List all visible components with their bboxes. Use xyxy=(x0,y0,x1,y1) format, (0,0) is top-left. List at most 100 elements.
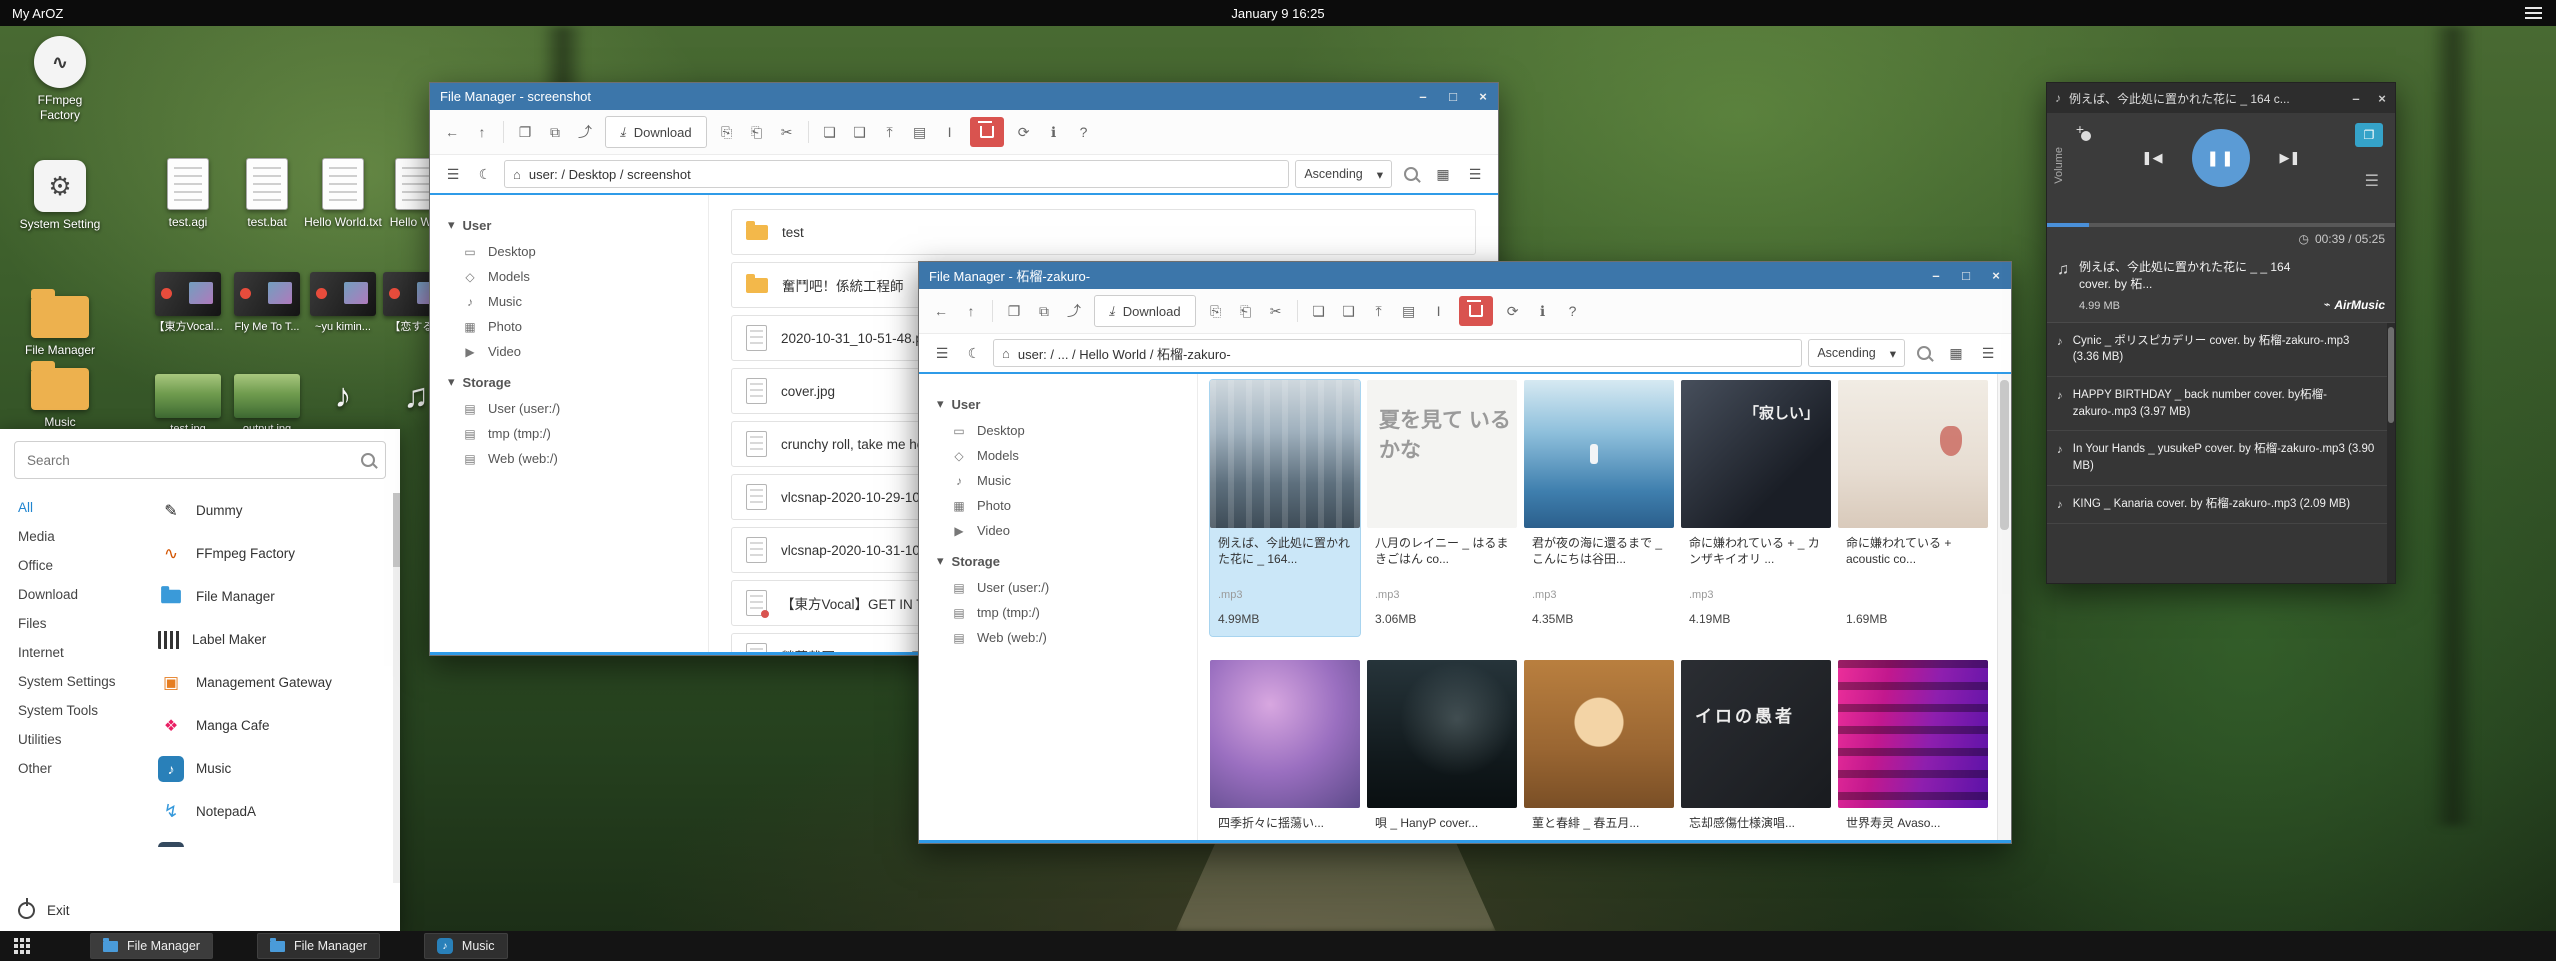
trash-button[interactable] xyxy=(1459,296,1493,326)
up-button[interactable]: ↑ xyxy=(957,297,985,325)
back-button[interactable]: ← xyxy=(927,297,955,325)
address-bar[interactable]: ⌂ user: / ... / Hello World / 柘榴-zakuro- xyxy=(993,339,1802,367)
help-button[interactable]: ? xyxy=(1070,118,1098,146)
address-bar[interactable]: ⌂ user: / Desktop / screenshot xyxy=(504,160,1289,188)
copy-button[interactable]: ⎘ xyxy=(1202,297,1230,325)
music-tile[interactable]: 四季折々に揺蕩い... xyxy=(1210,660,1360,840)
open-button[interactable]: ❐ xyxy=(511,118,539,146)
minimize-button[interactable]: – xyxy=(2343,91,2369,106)
open-external-button[interactable]: ⧉ xyxy=(1030,297,1058,325)
window-titlebar[interactable]: File Manager - screenshot – □ × xyxy=(430,83,1498,110)
file-row-folder[interactable]: test xyxy=(731,209,1476,255)
minimize-button[interactable]: – xyxy=(1408,83,1438,110)
trash-button[interactable] xyxy=(970,117,1004,147)
category-utilities[interactable]: Utilities xyxy=(0,725,150,754)
close-button[interactable]: × xyxy=(1981,262,2011,289)
exit-button[interactable]: Exit xyxy=(0,889,400,931)
category-all[interactable]: All xyxy=(0,493,150,522)
sidebar-section-storage[interactable]: ▾ Storage xyxy=(448,374,708,390)
sidebar-item-video[interactable]: ▶Video xyxy=(937,518,1197,543)
sidebar-item-user-drive[interactable]: ▤User (user:/) xyxy=(448,396,708,421)
list-view-button[interactable]: ☰ xyxy=(1975,340,2001,366)
scrollbar-thumb[interactable] xyxy=(2000,380,2009,530)
sidebar-item-desktop[interactable]: ▭Desktop xyxy=(937,418,1197,443)
rename-button[interactable]: I xyxy=(936,118,964,146)
list-view-button[interactable]: ☰ xyxy=(1462,161,1488,187)
sidebar-item-desktop[interactable]: ▭Desktop xyxy=(448,239,708,264)
sidebar-item-photo[interactable]: ▦Photo xyxy=(937,493,1197,518)
share-button[interactable]: ⤴ xyxy=(571,118,599,146)
open-external-button[interactable]: ⧉ xyxy=(541,118,569,146)
app-item-file-manager[interactable]: File Manager xyxy=(150,575,400,618)
new-file-button[interactable]: ❏ xyxy=(816,118,844,146)
sidebar-item-tmp-drive[interactable]: ▤tmp (tmp:/) xyxy=(937,600,1197,625)
music-tile[interactable]: 君が夜の海に還るまで _ こんにちは谷田... .mp3 4.35MB xyxy=(1524,380,1674,636)
new-folder-button[interactable]: ❑ xyxy=(846,118,874,146)
sidebar-item-tmp-drive[interactable]: ▤tmp (tmp:/) xyxy=(448,421,708,446)
volume-slider[interactable]: + Volume xyxy=(2063,121,2097,139)
category-internet[interactable]: Internet xyxy=(0,638,150,667)
back-button[interactable]: ← xyxy=(438,118,466,146)
new-file-button[interactable]: ❏ xyxy=(1305,297,1333,325)
window-titlebar[interactable]: File Manager - 柘榴-zakuro- – □ × xyxy=(919,262,2011,289)
category-system-settings[interactable]: System Settings xyxy=(0,667,150,696)
pause-button[interactable]: ❚❚ xyxy=(2192,129,2250,187)
music-tile-selected[interactable]: 例えば、今此処に置かれた花に _ 164... .mp3 4.99MB xyxy=(1210,380,1360,636)
close-button[interactable]: × xyxy=(1468,83,1498,110)
sidebar-section-user[interactable]: ▾ User xyxy=(448,217,708,233)
search-button[interactable] xyxy=(1911,340,1937,366)
paste-button[interactable]: ⎗ xyxy=(1232,297,1260,325)
volume-thumb[interactable] xyxy=(2081,131,2091,141)
sidebar-item-web-drive[interactable]: ▤Web (web:/) xyxy=(448,446,708,471)
playlist-item[interactable]: ♪Cynic _ ポリスピカデリー cover. by 柘榴-zakuro-.m… xyxy=(2047,323,2395,377)
menu-button[interactable]: ☰ xyxy=(440,161,466,187)
maximize-button[interactable]: □ xyxy=(1438,83,1468,110)
sidebar-item-photo[interactable]: ▦Photo xyxy=(448,314,708,339)
sidebar-item-models[interactable]: ◇Models xyxy=(937,443,1197,468)
app-item-notepada[interactable]: ↯ NotepadA xyxy=(150,790,400,833)
search-button[interactable] xyxy=(1398,161,1424,187)
copy-button[interactable]: ⎘ xyxy=(713,118,741,146)
taskbar-item-music[interactable]: ♪ Music xyxy=(424,933,508,959)
scrollbar-thumb[interactable] xyxy=(2388,327,2394,423)
app-item-ffmpeg-factory[interactable]: ∿ FFmpeg Factory xyxy=(150,532,400,575)
maximize-button[interactable]: □ xyxy=(1951,262,1981,289)
search-input[interactable] xyxy=(25,452,361,469)
desktop-icon-ffmpeg-factory[interactable]: ∿ FFmpeg Factory xyxy=(14,36,106,123)
player-menu-button[interactable]: ☰ xyxy=(2365,171,2379,191)
sidebar-section-storage[interactable]: ▾ Storage xyxy=(937,553,1197,569)
download-button[interactable]: ⤓ Download xyxy=(1094,295,1196,327)
playlist-item[interactable]: ♪HAPPY BIRTHDAY _ back number cover. by柘… xyxy=(2047,377,2395,431)
grid-view-button[interactable]: ▦ xyxy=(1430,161,1456,187)
aroz-brand[interactable]: My ArOZ xyxy=(12,6,63,21)
up-button[interactable]: ↑ xyxy=(468,118,496,146)
next-track-button[interactable]: ▶❚ xyxy=(2270,138,2310,178)
menu-button[interactable]: ☰ xyxy=(929,340,955,366)
category-media[interactable]: Media xyxy=(0,522,150,551)
theme-toggle-button[interactable]: ☾ xyxy=(472,161,498,187)
new-folder-button[interactable]: ❑ xyxy=(1335,297,1363,325)
properties-button[interactable]: ▤ xyxy=(906,118,934,146)
sidebar-item-web-drive[interactable]: ▤Web (web:/) xyxy=(937,625,1197,650)
previous-track-button[interactable]: ❚◀ xyxy=(2132,138,2172,178)
cut-button[interactable]: ✂ xyxy=(1262,297,1290,325)
airmusic-badge[interactable]: ⌁ AirMusic xyxy=(2324,298,2385,312)
properties-button[interactable]: ▤ xyxy=(1395,297,1423,325)
refresh-button[interactable]: ⟳ xyxy=(1499,297,1527,325)
app-item-management-gateway[interactable]: ▣ Management Gateway xyxy=(150,661,400,704)
sidebar-item-video[interactable]: ▶Video xyxy=(448,339,708,364)
category-system-tools[interactable]: System Tools xyxy=(0,696,150,725)
topbar-menu-icon[interactable] xyxy=(2525,7,2542,19)
app-item-dummy[interactable]: ✎ Dummy xyxy=(150,489,400,532)
desktop-icon-file-manager[interactable]: File Manager xyxy=(14,288,106,358)
sidebar-item-models[interactable]: ◇Models xyxy=(448,264,708,289)
app-item-manga-cafe[interactable]: ❖ Manga Cafe xyxy=(150,704,400,747)
theme-toggle-button[interactable]: ☾ xyxy=(961,340,987,366)
category-office[interactable]: Office xyxy=(0,551,150,580)
scrollbar-thumb[interactable] xyxy=(393,493,400,567)
info-button[interactable]: ℹ xyxy=(1529,297,1557,325)
close-button[interactable]: × xyxy=(2369,91,2395,106)
sort-dropdown[interactable]: Ascending ▾ xyxy=(1295,160,1392,188)
playlist-item[interactable]: ♪In Your Hands _ yusukeP cover. by 柘榴-za… xyxy=(2047,431,2395,485)
rename-button[interactable]: I xyxy=(1425,297,1453,325)
